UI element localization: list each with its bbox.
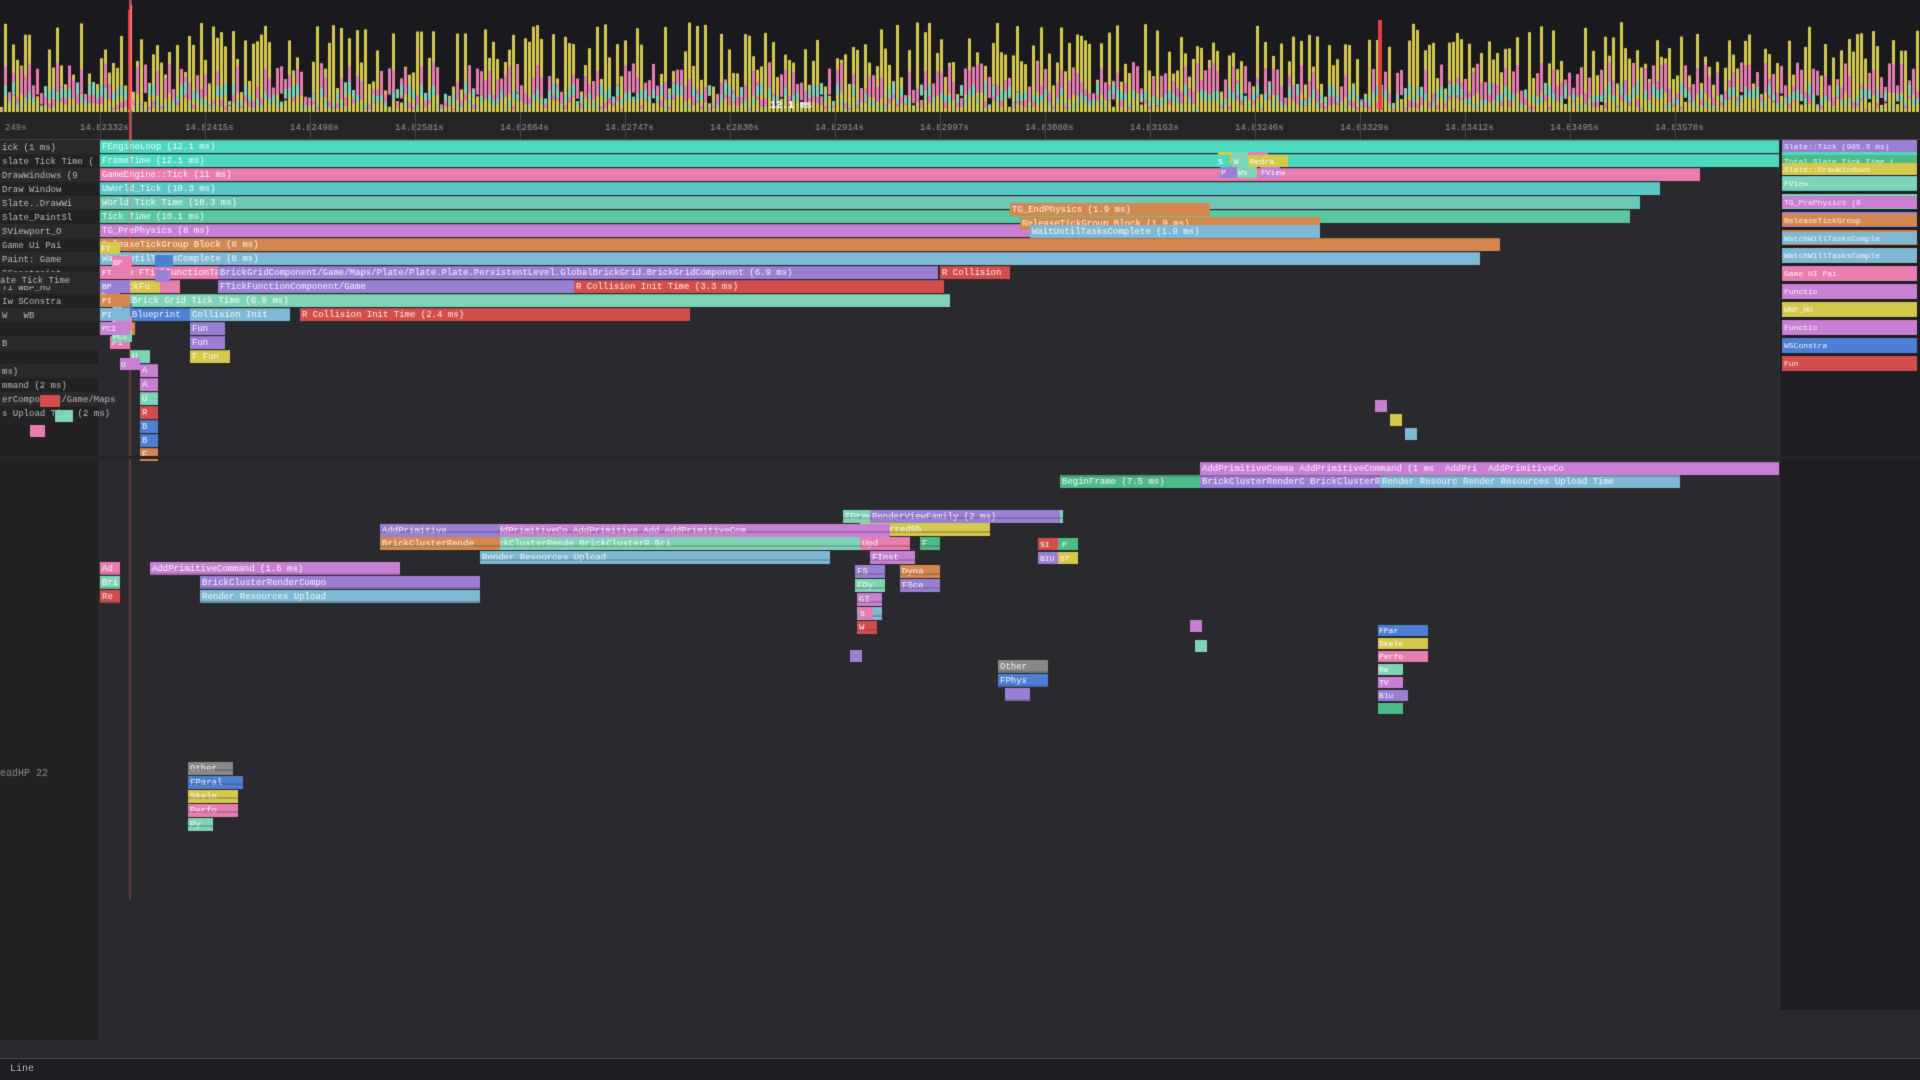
status-label: Line bbox=[10, 1064, 34, 1075]
profiler-canvas bbox=[0, 0, 1920, 1080]
status-bar: Line bbox=[0, 1058, 1920, 1080]
profiler-container: Line bbox=[0, 0, 1920, 1080]
